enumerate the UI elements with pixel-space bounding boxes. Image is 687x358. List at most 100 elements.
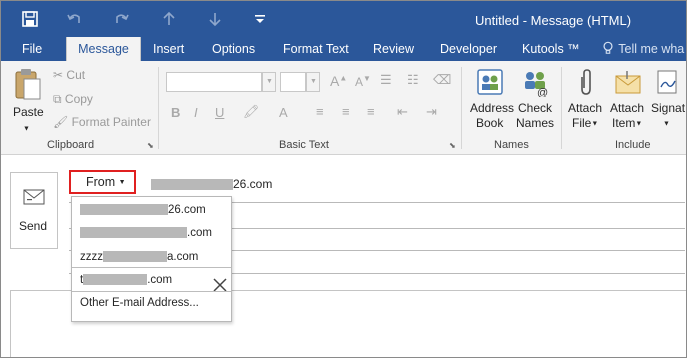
tab-format-text[interactable]: Format Text [283,37,349,61]
redacted-text [151,179,233,191]
tab-developer[interactable]: Developer [440,37,497,61]
group-divider [461,67,462,149]
address-book-icon [477,69,503,95]
undo-icon[interactable] [65,11,83,27]
paintbrush-icon: 🖌 [53,115,69,129]
format-painter-label: Format Painter [71,115,151,129]
envelope-attach-icon [615,71,641,94]
signature-button[interactable]: Signat ▼ [649,65,686,135]
font-name-box[interactable] [166,72,262,92]
paste-icon [15,69,41,100]
redacted-text [103,251,167,263]
clear-format-icon[interactable]: ⌫ [433,72,451,88]
customize-qat-icon[interactable] [251,11,269,27]
tab-message[interactable]: Message [66,37,141,61]
check-names-icon: @ [525,72,548,97]
font-color-icon[interactable]: A [279,105,288,120]
chevron-down-icon: ▼ [118,179,126,187]
attach-item-button[interactable]: Attach Item▼ [607,65,649,135]
menu-divider [72,291,231,292]
from-option-4[interactable]: t .com [80,274,172,286]
address-book-button[interactable]: Address Book [467,65,515,135]
from-label: From ▼ [86,175,126,189]
lightbulb-icon [603,41,613,54]
tab-review[interactable]: Review [373,37,414,61]
from-option-3[interactable]: zzzz a.com [80,251,198,263]
signature-icon [657,70,677,94]
highlight-icon[interactable]: 🖍 [243,104,260,120]
tab-kutools[interactable]: Kutools ™ [522,37,580,61]
attach-file-button[interactable]: Attach File▼ [566,65,606,135]
paste-label: Paste [13,105,44,119]
cut-label: Cut [66,68,86,82]
cut-button[interactable]: ✂ Cut [53,68,85,82]
from-option-1[interactable]: 26.com [80,204,206,216]
save-icon[interactable] [21,11,39,27]
attach-file-label-2: File▼ [572,116,599,130]
tell-me-label: Tell me wha [618,42,685,56]
check-names-button[interactable]: @ Check Names [515,65,555,135]
menu-divider [72,267,231,268]
redo-icon[interactable] [113,11,131,27]
from-option-2[interactable]: .com [80,227,212,239]
underline-button[interactable]: U [215,105,224,120]
arrow-up-icon[interactable] [160,11,178,27]
numbering-icon[interactable]: ☷ [407,72,419,88]
format-painter-button[interactable]: 🖌 Format Painter [53,115,151,129]
align-right-icon[interactable]: ≡ [367,104,375,119]
attach-item-label-2: Item▼ [612,116,643,130]
send-label: Send [19,219,48,233]
paperclip-icon [581,69,591,95]
attach-item-label-1: Attach [610,101,645,115]
ribbon-tabs: File Message Insert Options Format Text … [1,37,686,61]
font-size-dropdown[interactable]: ▼ [306,72,320,92]
from-button[interactable]: From ▼ [69,170,136,194]
envelope-icon [23,189,45,205]
chevron-down-icon: ▼ [663,120,670,128]
align-left-icon[interactable]: ≡ [316,104,324,119]
align-center-icon[interactable]: ≡ [342,104,350,119]
dialog-launcher-icon[interactable]: ⬊ [449,141,456,150]
indent-icon[interactable]: ⇥ [426,104,437,120]
group-divider [158,67,159,149]
font-size-box[interactable] [280,72,306,92]
clipboard-group-label: Clipboard [47,139,95,151]
copy-label: Copy [64,92,93,106]
include-group-label: Include [615,139,651,151]
arrow-down-icon[interactable] [206,11,224,27]
send-button[interactable]: Send [10,172,58,249]
tell-me-search[interactable]: Tell me wha [601,37,684,61]
check-names-label-2: Names [516,116,555,130]
svg-text:@: @ [537,87,548,97]
other-email-address-option[interactable]: Other E-mail Address... [80,297,199,309]
increase-font-icon[interactable]: A▲ [330,73,347,89]
italic-button[interactable]: I [194,105,198,120]
outdent-icon[interactable]: ⇤ [397,104,408,120]
bold-button[interactable]: B [171,105,180,120]
basic-text-group-label: Basic Text [279,139,329,151]
redacted-text [80,204,168,216]
close-icon[interactable] [213,278,227,292]
scissors-icon: ✂ [53,68,64,82]
tab-options[interactable]: Options [212,37,255,61]
address-book-label-2: Book [476,116,504,130]
font-name-dropdown[interactable]: ▼ [262,72,276,92]
window-title: Untitled - Message (HTML) [475,13,632,28]
dialog-launcher-icon[interactable]: ⬊ [147,141,154,150]
chevron-down-icon: ▼ [23,125,30,133]
paste-button[interactable]: Paste ▼ [9,65,47,133]
from-address: 26.com [151,177,272,191]
tab-file[interactable]: File [22,37,42,61]
bullets-icon[interactable]: ☰ [380,72,392,88]
copy-button[interactable]: ⧉ Copy [53,92,93,107]
title-bar: Untitled - Message (HTML) [1,1,686,37]
from-dropdown-menu: 26.com .com zzzz a.com t .com Other E-mail… [71,196,232,322]
redacted-text [80,227,187,239]
redacted-text [83,274,148,286]
check-names-label-1: Check [518,101,553,115]
address-book-label-1: Address [470,101,515,115]
outlook-message-window: Untitled - Message (HTML) File Message I… [0,0,687,358]
tab-insert[interactable]: Insert [153,37,184,61]
signature-label: Signat [651,101,686,115]
decrease-font-icon[interactable]: A▼ [355,74,371,89]
